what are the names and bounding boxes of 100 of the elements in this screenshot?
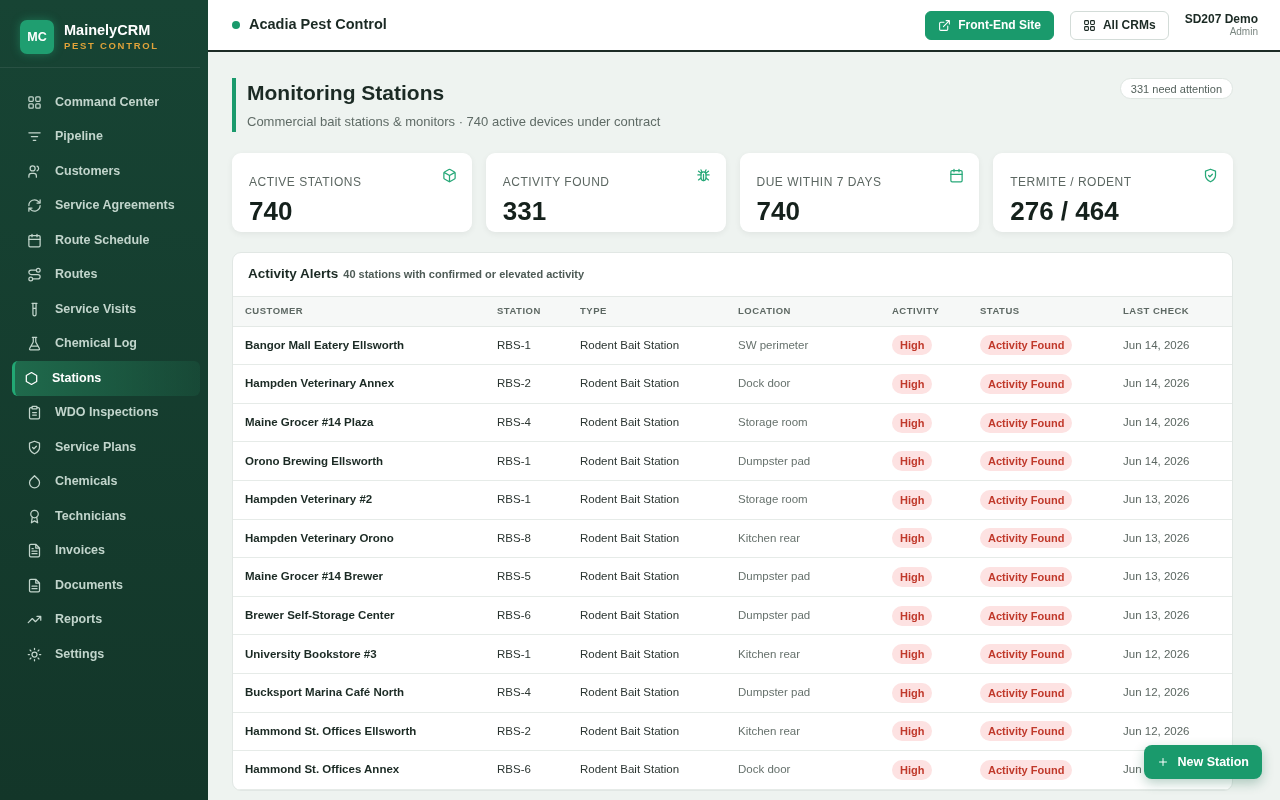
station-type: Rodent Bait Station [580, 724, 680, 737]
sidebar-item[interactable]: Reports [0, 602, 208, 637]
column-header: TYPE [580, 296, 738, 327]
stat-label: TERMITE / RODENT [1010, 174, 1132, 190]
station-location: Storage room [738, 416, 808, 429]
station-id: RBS-1 [497, 454, 531, 467]
sidebar-item[interactable]: Documents [0, 568, 208, 603]
stat-value: 276 / 464 [1010, 195, 1119, 227]
status-badge: Activity Found [980, 605, 1073, 626]
station-id: RBS-5 [497, 570, 531, 583]
attention-badge: 331 need attention [1119, 78, 1233, 99]
customer-name: Hammond St. Offices Annex [245, 763, 400, 776]
customer-name: Bangor Mall Eatery Ellsworth [245, 338, 405, 351]
sidebar-item[interactable]: Routes [0, 257, 208, 292]
sidebar-item[interactable]: Chemical Log [0, 326, 208, 361]
status-badge: Activity Found [980, 451, 1073, 472]
customer-name: Brewer Self-Storage Center [245, 609, 395, 621]
station-location: Dock door [738, 377, 791, 390]
sidebar-item[interactable]: Customers [0, 154, 208, 189]
last-check-date: Jun 14, 2026 [1123, 377, 1190, 390]
station-type: Rodent Bait Station [580, 763, 680, 776]
brand-name: MainelyCRM [64, 22, 152, 39]
sidebar-item[interactable]: Service Plans [0, 430, 208, 465]
sidebar-item[interactable]: Service Agreements [0, 188, 208, 223]
sidebar-item[interactable]: Chemicals [0, 464, 208, 499]
stat-label: ACTIVE STATIONS [249, 174, 362, 190]
station-id: RBS-2 [497, 377, 531, 390]
card-title: Activity Alerts [248, 265, 339, 284]
status-dot-icon [232, 21, 240, 29]
external-link-icon [938, 18, 952, 32]
users-icon [27, 163, 42, 179]
sun-icon [27, 646, 42, 662]
calendar-icon [949, 167, 965, 183]
hexagon-icon [24, 370, 39, 386]
status-badge: Activity Found [980, 335, 1073, 356]
sidebar-item[interactable]: Stations [12, 361, 200, 396]
station-type: Rodent Bait Station [580, 686, 680, 699]
document-icon [27, 543, 42, 559]
status-badge: Activity Found [980, 489, 1073, 510]
station-location: Dock door [738, 763, 791, 776]
last-check-date: Jun 14, 2026 [1123, 416, 1190, 429]
page-subtitle: Commercial bait stations & monitors · 740 active devices under contract [247, 113, 661, 132]
last-check-date: Jun 14, 2026 [1123, 338, 1190, 351]
new-station-button[interactable]: New Station [1144, 745, 1262, 779]
sidebar-item[interactable]: Route Schedule [0, 223, 208, 258]
status-badge: Activity Found [980, 374, 1073, 395]
status-badge: Activity Found [980, 567, 1073, 588]
bug-icon [695, 167, 711, 183]
station-type: Rodent Bait Station [580, 454, 680, 467]
station-location: Dumpster pad [738, 570, 811, 583]
customer-name: Hampden Veterinary Annex [245, 377, 395, 390]
station-location: Dumpster pad [738, 609, 811, 621]
page-title: Monitoring Stations [247, 80, 446, 106]
stat-label: ACTIVITY FOUND [502, 174, 610, 190]
front-end-site-button[interactable]: Front-End Site [925, 10, 1054, 40]
last-check-date: Jun 12, 2026 [1123, 724, 1190, 737]
activity-badge: High [892, 760, 933, 780]
station-type: Rodent Bait Station [580, 377, 680, 390]
station-id: RBS-6 [497, 763, 531, 776]
grid-icon [27, 94, 42, 110]
user-role: Admin [1228, 26, 1258, 39]
company-name: Acadia Pest Control [249, 15, 387, 35]
station-type: Rodent Bait Station [580, 531, 680, 544]
refresh-icon [27, 198, 42, 214]
station-id: RBS-1 [497, 338, 531, 351]
stat-label: DUE WITHIN 7 DAYS [756, 174, 882, 190]
station-id: RBS-8 [497, 531, 531, 544]
last-check-date: Jun [1123, 763, 1142, 776]
station-location: Kitchen rear [738, 724, 800, 737]
flask-icon [27, 336, 42, 352]
station-id: RBS-2 [497, 724, 531, 737]
status-badge: Activity Found [980, 412, 1073, 433]
station-location: Dumpster pad [738, 686, 811, 699]
sidebar-item[interactable]: Pipeline [0, 119, 208, 154]
sidebar-item[interactable]: Settings [0, 637, 208, 672]
sidebar-item[interactable]: WDO Inspections [0, 395, 208, 430]
status-badge: Activity Found [980, 760, 1073, 780]
column-header: ACTIVITY [892, 296, 980, 327]
sidebar-item[interactable]: Invoices [0, 533, 208, 568]
document-icon [27, 577, 42, 593]
award-icon [27, 508, 42, 524]
last-check-date: Jun 13, 2026 [1123, 609, 1190, 621]
logo-tile: MC [20, 20, 54, 54]
activity-badge: High [892, 644, 933, 665]
customer-name: Maine Grocer #14 Plaza [245, 416, 374, 429]
stat-value: 740 [249, 195, 293, 227]
station-type: Rodent Bait Station [580, 416, 680, 429]
activity-badge: High [892, 682, 933, 703]
sidebar-item[interactable]: Command Center [0, 85, 208, 120]
station-id: RBS-6 [497, 609, 531, 621]
station-location: Dumpster pad [738, 454, 811, 467]
sidebar-item[interactable]: Technicians [0, 499, 208, 534]
column-header: CUSTOMER [233, 296, 497, 327]
sidebar-item[interactable]: Service Visits [0, 292, 208, 327]
all-crms-button[interactable]: All CRMs [1069, 10, 1169, 40]
brand-tagline: PEST CONTROL [64, 38, 159, 52]
activity-badge: High [892, 605, 933, 626]
customer-name: Hampden Veterinary #2 [245, 493, 373, 506]
stat-value: 740 [756, 195, 800, 227]
station-type: Rodent Bait Station [580, 338, 680, 351]
